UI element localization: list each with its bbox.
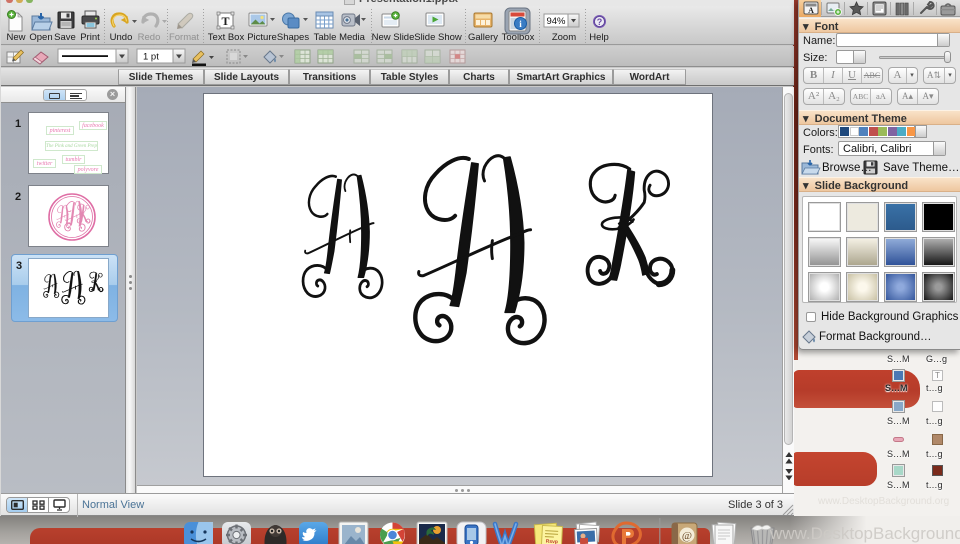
- svg-text:A: A: [808, 6, 814, 15]
- svg-text:Rsvp: Rsvp: [545, 539, 558, 544]
- svg-text:?: ?: [597, 17, 603, 27]
- svg-text:@: @: [682, 530, 692, 542]
- svg-text:T: T: [221, 14, 229, 28]
- svg-text:94%: 94%: [546, 16, 566, 27]
- svg-text:1 pt: 1 pt: [143, 52, 159, 63]
